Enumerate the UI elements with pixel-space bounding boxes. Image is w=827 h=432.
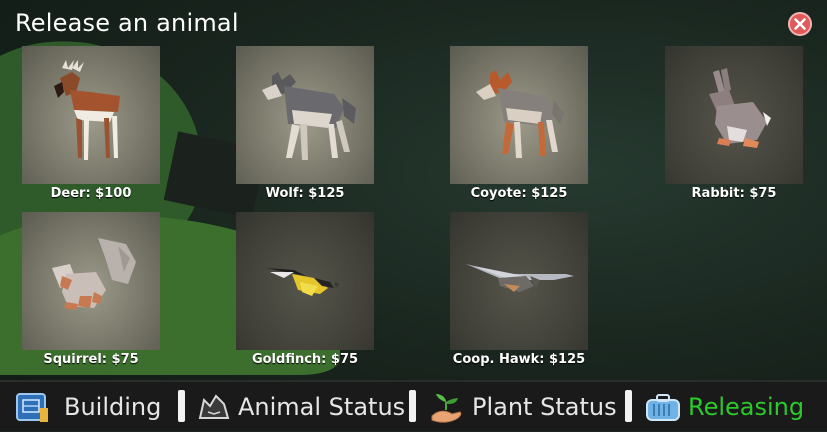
building-blueprint-icon [14, 388, 52, 426]
tab-plant-status[interactable]: Plant Status [428, 382, 617, 431]
animal-label: Wolf: $125 [265, 186, 345, 201]
goldfinch-image [236, 212, 374, 350]
tab-separator [178, 390, 185, 422]
animal-card-goldfinch[interactable]: Goldfinch: $75 [236, 212, 374, 367]
wolf-image [236, 46, 374, 184]
close-button[interactable] [788, 12, 812, 36]
wolf-head-icon [194, 388, 232, 426]
animal-card-deer[interactable]: Deer: $100 [22, 46, 160, 201]
close-icon [794, 18, 806, 30]
animal-card-squirrel[interactable]: Squirrel: $75 [22, 212, 160, 367]
tab-plant-status-label: Plant Status [472, 392, 617, 421]
animal-label: Deer: $100 [50, 186, 132, 201]
animal-label: Rabbit: $75 [691, 186, 777, 201]
tab-building-label: Building [64, 392, 162, 421]
tab-releasing[interactable]: Releasing [644, 382, 804, 431]
animal-label: Coop. Hawk: $125 [452, 352, 586, 367]
animal-carrier-icon [644, 388, 682, 426]
animal-card-wolf[interactable]: Wolf: $125 [236, 46, 374, 201]
animal-card-coop-hawk[interactable]: Coop. Hawk: $125 [450, 212, 588, 367]
coyote-image [450, 46, 588, 184]
tab-separator [625, 390, 632, 422]
bottom-tab-bar: Building Animal Status Plant Status Rele… [0, 380, 827, 431]
animal-card-coyote[interactable]: Coyote: $125 [450, 46, 588, 201]
tab-animal-status-label: Animal Status [238, 392, 406, 421]
seedling-hand-icon [428, 388, 466, 426]
animal-label: Goldfinch: $75 [251, 352, 359, 367]
squirrel-image [22, 212, 160, 350]
animal-label: Coyote: $125 [470, 186, 568, 201]
deer-image [22, 46, 160, 184]
tab-releasing-label: Releasing [688, 392, 805, 421]
dialog-title: Release an animal [15, 9, 239, 37]
cooper-hawk-image [450, 212, 588, 350]
tab-separator [409, 390, 416, 422]
tab-animal-status[interactable]: Animal Status [194, 382, 405, 431]
animal-label: Squirrel: $75 [43, 352, 139, 367]
rabbit-image [665, 46, 803, 184]
tab-building[interactable]: Building [14, 382, 161, 431]
animal-card-rabbit[interactable]: Rabbit: $75 [665, 46, 803, 201]
